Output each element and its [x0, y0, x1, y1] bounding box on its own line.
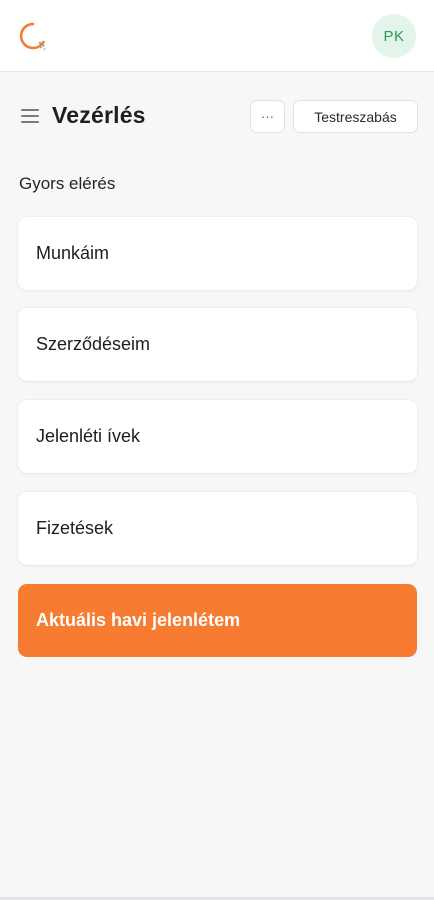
more-options-button[interactable]: ··· — [250, 100, 285, 133]
current-month-attendance-button[interactable]: Aktuális havi jelenlétem — [18, 584, 417, 657]
quick-access-item-my-contracts[interactable]: Szerződéseim — [18, 308, 417, 381]
user-avatar[interactable]: PK — [372, 14, 416, 58]
app-logo-icon[interactable] — [16, 20, 50, 54]
customize-button[interactable]: Testreszabás — [293, 100, 418, 133]
hamburger-menu-icon[interactable] — [21, 108, 39, 124]
quick-access-item-payments[interactable]: Fizetések — [18, 492, 417, 565]
quick-access-item-my-jobs[interactable]: Munkáim — [18, 217, 417, 290]
quick-access-title: Gyors elérés — [19, 174, 116, 193]
page-header: Vezérlés ··· Testreszabás — [0, 96, 434, 138]
top-bar: PK — [0, 0, 434, 72]
quick-access-item-attendance-sheets[interactable]: Jelenléti ívek — [18, 400, 417, 473]
page-title: Vezérlés — [52, 102, 146, 128]
